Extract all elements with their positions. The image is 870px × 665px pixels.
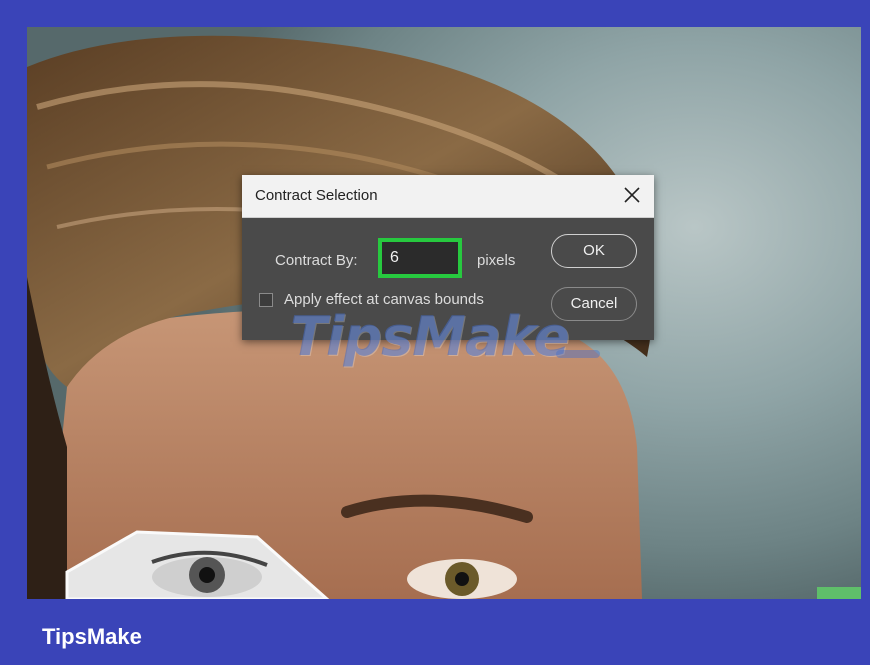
dialog-title: Contract Selection xyxy=(255,187,378,204)
apply-canvas-bounds-checkbox[interactable] xyxy=(259,293,273,307)
contract-by-field-highlight xyxy=(378,238,462,278)
dialog-titlebar: Contract Selection xyxy=(242,175,654,218)
close-icon[interactable] xyxy=(620,183,644,207)
ok-button[interactable]: OK xyxy=(551,234,637,268)
contract-by-label: Contract By: xyxy=(275,252,358,269)
watermark-logo: TipsMake xyxy=(290,305,570,368)
footer-brand: TipsMake xyxy=(42,624,142,649)
watermark-underline xyxy=(556,350,600,358)
units-label: pixels xyxy=(477,252,516,269)
contract-by-input[interactable] xyxy=(382,242,458,274)
